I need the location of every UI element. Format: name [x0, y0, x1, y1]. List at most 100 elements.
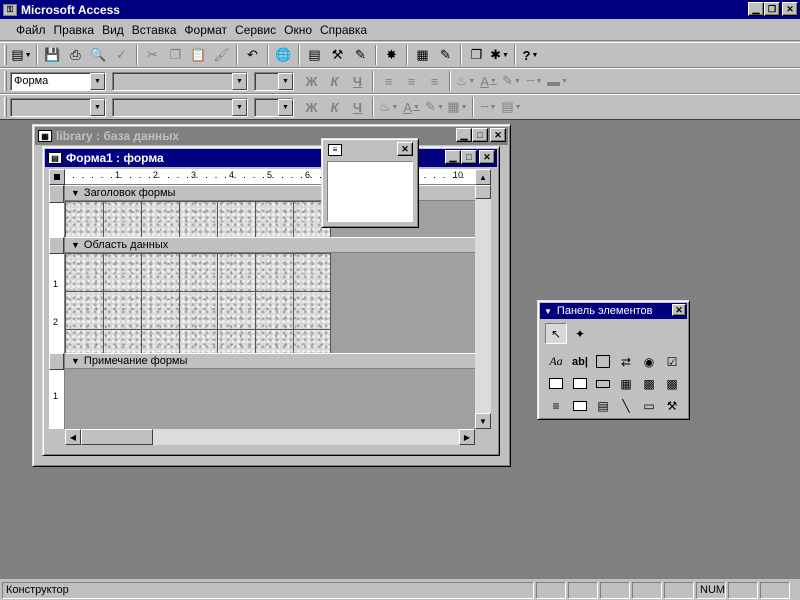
- vertical-scrollbar[interactable]: ▲ ▼: [475, 169, 491, 429]
- vertical-ruler[interactable]: 1 2 1: [49, 185, 65, 429]
- vertical-scroll-thumb[interactable]: [475, 185, 491, 199]
- close-button[interactable]: ✕: [479, 150, 495, 164]
- copy-icon[interactable]: ❐: [164, 44, 187, 66]
- option-group-icon[interactable]: [592, 351, 614, 372]
- gridlines-icon[interactable]: ▦ ▼: [446, 96, 469, 118]
- section-bar-footer[interactable]: ▼ Примечание формы: [65, 353, 475, 369]
- datasheet-view-icon[interactable]: ▤ ▼: [500, 96, 523, 118]
- menu-view[interactable]: Вид: [98, 23, 128, 37]
- bold-button[interactable]: Ж: [300, 96, 323, 118]
- rectangle-icon[interactable]: ▭: [638, 395, 660, 416]
- line-icon[interactable]: ╲: [615, 395, 637, 416]
- autoformat-icon[interactable]: ✎: [349, 44, 372, 66]
- detail-grid[interactable]: [65, 253, 331, 353]
- menu-insert[interactable]: Вставка: [128, 23, 181, 37]
- form-header-grid[interactable]: [65, 201, 331, 237]
- label-tool[interactable]: Aa: [545, 351, 567, 372]
- menu-window[interactable]: Окно: [280, 23, 316, 37]
- minimize-button[interactable]: ▁: [456, 128, 472, 142]
- field-list-body[interactable]: [327, 161, 413, 222]
- font-size-combo-2[interactable]: ▼: [254, 97, 294, 117]
- scroll-right-icon[interactable]: ▶: [459, 429, 475, 445]
- code-icon[interactable]: ✸: [380, 44, 403, 66]
- new-object-icon[interactable]: ✱ ▼: [488, 44, 511, 66]
- undo-icon[interactable]: ↶: [241, 44, 264, 66]
- toolbar-grip[interactable]: [4, 71, 7, 91]
- section-selector-detail[interactable]: [49, 237, 64, 254]
- object-combo[interactable]: Форма ▼: [10, 71, 106, 91]
- close-button[interactable]: ✕: [672, 304, 686, 316]
- form-icon[interactable]: ▤: [48, 152, 62, 164]
- chevron-down-icon[interactable]: ▼: [278, 72, 293, 90]
- page-break-icon[interactable]: ≡: [545, 395, 567, 416]
- option-button-icon[interactable]: ◉: [638, 351, 660, 372]
- more-controls-icon[interactable]: ⚒: [661, 395, 683, 416]
- save-icon[interactable]: 💾: [41, 44, 64, 66]
- form-window-titlebar[interactable]: ▤ Форма1 : форма ▁ □ ✕: [45, 149, 497, 167]
- close-button[interactable]: ✕: [490, 128, 506, 142]
- close-button[interactable]: ✕: [397, 142, 413, 156]
- section-bar-detail[interactable]: ▼ Область данных: [65, 237, 475, 253]
- section-selector-header[interactable]: [49, 185, 64, 203]
- maximize-button[interactable]: □: [461, 150, 477, 164]
- border-width-icon[interactable]: ┄ ▼: [523, 70, 546, 92]
- web-toolbar-icon[interactable]: 🌐: [272, 44, 295, 66]
- border-width-icon[interactable]: ┄ ▼: [477, 96, 500, 118]
- font-color-icon[interactable]: A ▼: [400, 96, 423, 118]
- paste-icon[interactable]: 📋: [187, 44, 210, 66]
- horizontal-scroll-thumb[interactable]: [81, 429, 153, 445]
- database-window-icon[interactable]: ❐: [465, 44, 488, 66]
- bold-button[interactable]: Ж: [300, 70, 323, 92]
- form-design-window[interactable]: ▤ Форма1 : форма ▁ □ ✕ 1 2 3 4 5 6 10 1 …: [42, 146, 500, 456]
- scroll-down-icon[interactable]: ▼: [475, 413, 491, 429]
- menu-format[interactable]: Формат: [180, 23, 231, 37]
- menu-edit[interactable]: Правка: [50, 23, 99, 37]
- chevron-down-icon[interactable]: ▼: [232, 98, 247, 116]
- close-button[interactable]: ✕: [782, 2, 798, 16]
- menu-tools[interactable]: Сервис: [231, 23, 280, 37]
- horizontal-scrollbar[interactable]: ◀ ▶: [65, 429, 475, 445]
- toolbox-menu-icon[interactable]: ▼: [544, 307, 552, 316]
- subform-icon[interactable]: ▤: [592, 395, 614, 416]
- format-painter-icon[interactable]: 🖌: [210, 44, 233, 66]
- properties-icon[interactable]: ▦: [411, 44, 434, 66]
- toolbar-grip[interactable]: [4, 97, 7, 117]
- menu-help[interactable]: Справка: [316, 23, 371, 37]
- section-selector-footer[interactable]: [49, 353, 64, 370]
- image-icon[interactable]: ▦: [615, 373, 637, 394]
- special-effect-icon[interactable]: ▬ ▼: [546, 70, 569, 92]
- font-color-icon[interactable]: A ▼: [477, 70, 500, 92]
- fill-color-icon[interactable]: ♨ ▼: [454, 70, 477, 92]
- toolbox-window[interactable]: ▼ Панель элементов ✕ ↖ ✦ Aa ab| ⇄ ◉ ☑ ▦ …: [537, 300, 690, 420]
- cut-icon[interactable]: ✂: [141, 44, 164, 66]
- font-size-combo[interactable]: ▼: [254, 71, 294, 91]
- print-preview-icon[interactable]: 🔍: [87, 44, 110, 66]
- view-form-icon[interactable]: ▤ ▼: [10, 44, 33, 66]
- textbox-tool[interactable]: ab|: [569, 351, 591, 372]
- checkbox-icon[interactable]: ☑: [661, 351, 683, 372]
- underline-button[interactable]: Ч: [346, 70, 369, 92]
- underline-button[interactable]: Ч: [346, 96, 369, 118]
- field-list-titlebar[interactable]: ≡ ✕: [324, 141, 416, 158]
- menu-file[interactable]: Файл: [12, 23, 50, 37]
- scroll-left-icon[interactable]: ◀: [65, 429, 81, 445]
- command-button-icon[interactable]: [592, 373, 614, 394]
- toolbox-titlebar[interactable]: ▼ Панель элементов ✕: [540, 303, 687, 319]
- italic-button[interactable]: К: [323, 96, 346, 118]
- chevron-down-icon[interactable]: ▼: [278, 98, 293, 116]
- align-left-icon[interactable]: ≡: [377, 70, 400, 92]
- line-color-icon[interactable]: ✎ ▼: [500, 70, 523, 92]
- unbound-object-frame-icon[interactable]: ▩: [638, 373, 660, 394]
- toggle-button-icon[interactable]: ⇄: [615, 351, 637, 372]
- toolbox-icon[interactable]: ⚒: [326, 44, 349, 66]
- align-right-icon[interactable]: ≡: [423, 70, 446, 92]
- toolbar-grip[interactable]: [4, 45, 7, 65]
- font-combo[interactable]: ▼: [112, 71, 248, 91]
- italic-button[interactable]: К: [323, 70, 346, 92]
- minimize-button[interactable]: ▁: [748, 2, 764, 16]
- form-selector[interactable]: [49, 169, 65, 185]
- database-icon[interactable]: ▦: [38, 130, 52, 142]
- restore-button[interactable]: ❐: [764, 2, 780, 16]
- bound-object-frame-icon[interactable]: ▩: [661, 373, 683, 394]
- database-window-titlebar[interactable]: ▦ library : база данных ▁ □ ✕: [35, 127, 508, 145]
